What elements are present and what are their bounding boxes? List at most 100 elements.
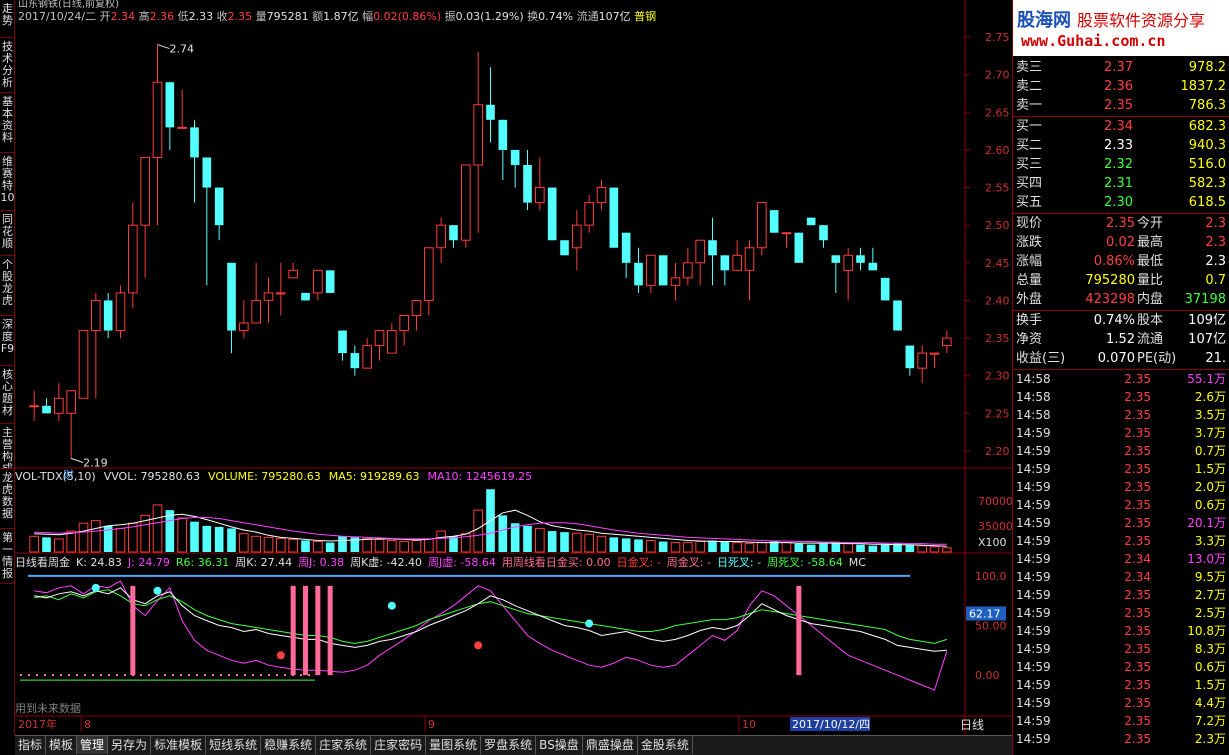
candle[interactable] <box>202 157 212 286</box>
candle[interactable] <box>831 255 841 293</box>
candle[interactable] <box>115 285 126 339</box>
order-price[interactable]: 2.36 <box>1073 77 1133 96</box>
left-tab-9[interactable]: 龙虎数据 <box>0 469 15 529</box>
candle[interactable] <box>128 202 138 308</box>
candle[interactable] <box>436 217 446 263</box>
candle[interactable] <box>276 262 286 316</box>
bottom-tab-10[interactable]: 罗盘系统 <box>481 736 537 754</box>
left-tab-8[interactable]: 主营构成 <box>0 424 15 469</box>
candle[interactable] <box>596 180 607 211</box>
candle[interactable] <box>313 269 323 301</box>
bottom-tab-11[interactable]: BS操盘 <box>536 736 583 754</box>
candle[interactable] <box>584 195 594 233</box>
left-tab-7[interactable]: 核心题材 <box>0 366 15 424</box>
candle[interactable] <box>91 292 101 399</box>
candle[interactable] <box>288 262 298 279</box>
candle[interactable] <box>227 262 236 354</box>
candle[interactable] <box>560 240 569 256</box>
order-price[interactable]: 2.37 <box>1073 58 1133 77</box>
left-tab-2[interactable]: 基本资料 <box>0 93 15 153</box>
bottom-tab-3[interactable]: 另存为 <box>108 736 152 754</box>
left-tab-3[interactable]: 维赛特10 <box>0 153 15 211</box>
candle[interactable] <box>239 300 249 339</box>
candle[interactable] <box>744 240 755 301</box>
candle[interactable] <box>905 345 915 376</box>
candle[interactable] <box>263 277 274 324</box>
candle[interactable] <box>819 225 828 248</box>
candle[interactable] <box>152 44 163 226</box>
order-price[interactable]: 2.35 <box>1073 96 1133 115</box>
candle[interactable] <box>165 82 175 150</box>
candle[interactable] <box>338 330 347 361</box>
left-tab-5[interactable]: 个股龙虎 <box>0 256 15 316</box>
candle[interactable] <box>486 67 495 143</box>
candle[interactable] <box>523 149 532 211</box>
candle[interactable] <box>510 149 520 188</box>
bottom-tab-5[interactable]: 短线系统 <box>206 736 262 754</box>
candle[interactable] <box>794 232 804 263</box>
left-tab-10[interactable]: 第一情报 <box>0 529 15 584</box>
bottom-tab-9[interactable]: 量图系统 <box>426 736 482 754</box>
candle[interactable] <box>498 119 508 181</box>
candle[interactable] <box>78 330 89 399</box>
candle[interactable] <box>880 277 890 301</box>
order-price[interactable]: 2.30 <box>1073 193 1133 212</box>
candle[interactable] <box>634 247 643 293</box>
candle[interactable] <box>387 323 397 354</box>
candle[interactable] <box>720 255 730 286</box>
candle[interactable] <box>42 398 51 414</box>
candle[interactable] <box>103 292 113 339</box>
candle[interactable] <box>683 247 693 286</box>
bottom-tab-2[interactable]: 管理 <box>77 736 109 754</box>
order-price[interactable]: 2.32 <box>1073 155 1133 174</box>
candle[interactable] <box>646 254 656 293</box>
candle[interactable] <box>757 202 767 256</box>
candle[interactable] <box>843 247 853 301</box>
candle[interactable] <box>609 187 619 248</box>
candle[interactable] <box>658 255 668 286</box>
candle[interactable] <box>399 314 409 346</box>
candle[interactable] <box>942 330 952 354</box>
candle[interactable] <box>66 390 76 459</box>
bottom-tab-12[interactable]: 鼎盛操盘 <box>583 736 638 754</box>
candle[interactable] <box>29 390 39 421</box>
candle[interactable] <box>868 247 878 271</box>
industry-label[interactable]: 普钢 <box>634 10 656 23</box>
candle[interactable] <box>781 232 792 248</box>
candle[interactable] <box>461 164 471 248</box>
candle[interactable] <box>732 240 742 271</box>
candle[interactable] <box>350 345 360 376</box>
bottom-tab-1[interactable]: 模板 <box>46 736 78 754</box>
left-tab-0[interactable]: 走势 <box>0 0 15 38</box>
candle[interactable] <box>411 299 422 331</box>
candle[interactable] <box>806 217 816 226</box>
candle[interactable] <box>301 292 310 301</box>
order-price[interactable]: 2.33 <box>1073 136 1133 155</box>
candle[interactable] <box>140 156 150 278</box>
order-price[interactable]: 2.31 <box>1073 174 1133 193</box>
candle[interactable] <box>190 119 199 203</box>
candle[interactable] <box>54 383 64 421</box>
order-price[interactable]: 2.34 <box>1073 117 1133 136</box>
bottom-tab-13[interactable]: 金股系统 <box>638 736 693 754</box>
left-tab-4[interactable]: 同花顺 <box>0 211 15 256</box>
candle[interactable] <box>547 187 557 241</box>
candle[interactable] <box>473 52 483 233</box>
kline-chart[interactable]: 2.75 2.70 2.65 2.60 2.55 2.50 2.45 2.40 2.35 2.30… <box>15 0 1012 735</box>
candle[interactable] <box>362 338 372 369</box>
candle[interactable] <box>535 157 545 211</box>
candle[interactable] <box>177 89 187 129</box>
period-label[interactable]: 日线 <box>960 716 1012 734</box>
candle[interactable] <box>449 225 458 248</box>
left-tab-1[interactable]: 技术分析 <box>0 38 15 93</box>
candle[interactable] <box>325 270 335 293</box>
candle[interactable] <box>621 232 631 278</box>
candle[interactable] <box>917 345 927 384</box>
bottom-tab-4[interactable]: 标准模板 <box>151 736 207 754</box>
bottom-tab-0[interactable]: 指标 <box>15 736 47 754</box>
candle[interactable] <box>893 300 902 331</box>
candle[interactable] <box>695 239 705 286</box>
bottom-tab-8[interactable]: 庄家密码 <box>371 736 427 754</box>
bottom-tab-6[interactable]: 稳赚系统 <box>261 736 317 754</box>
candle[interactable] <box>424 247 434 316</box>
